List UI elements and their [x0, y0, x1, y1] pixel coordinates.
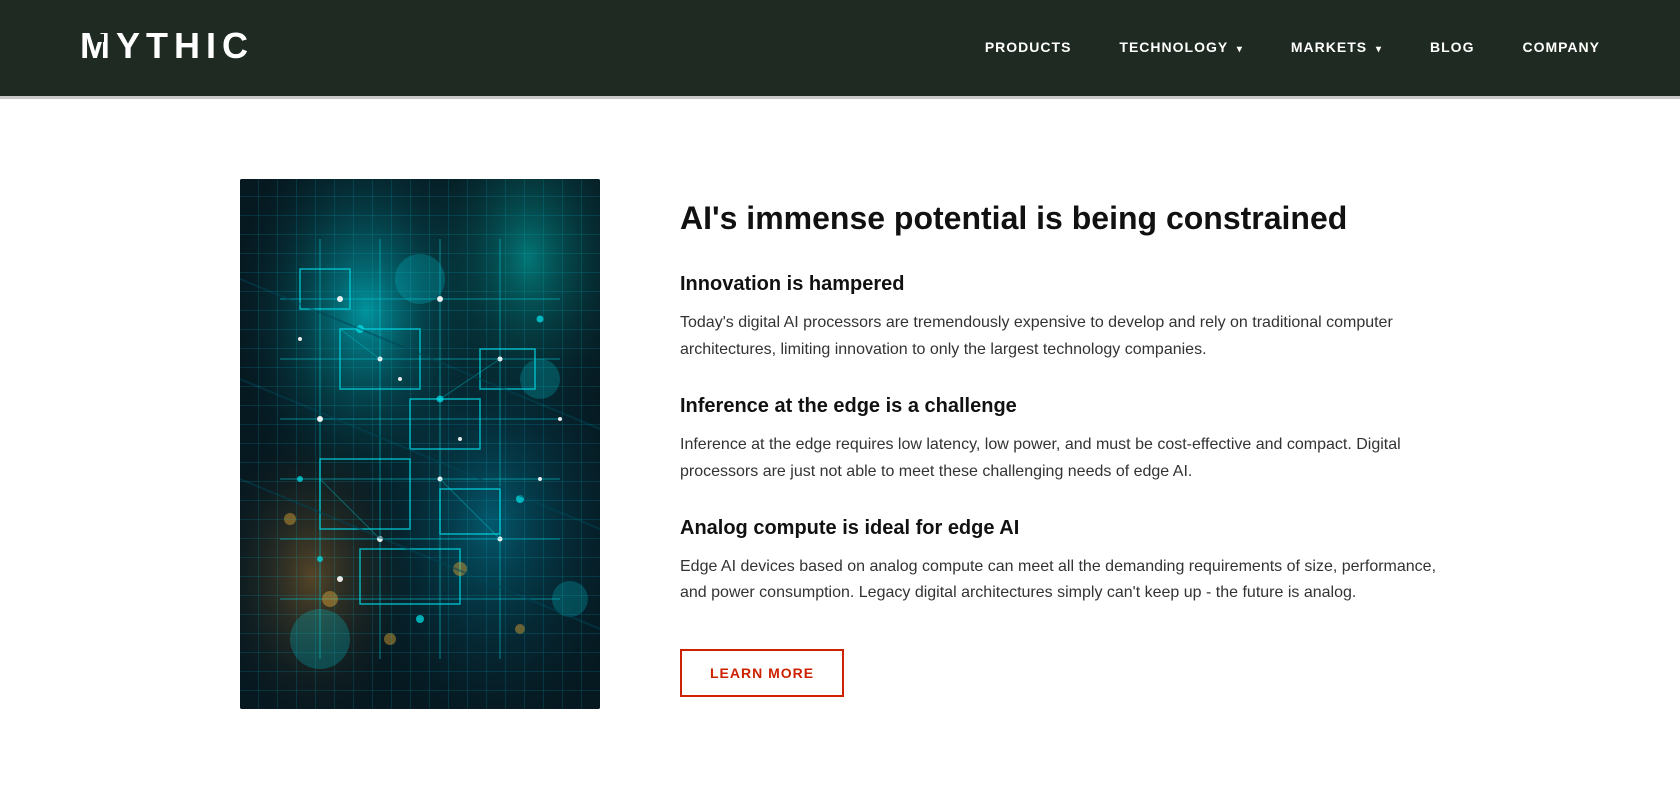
section-body-3: Edge AI devices based on analog compute …: [680, 554, 1440, 607]
text-section: AI's immense potential is being constrai…: [680, 179, 1440, 697]
main-content: AI's immense potential is being constrai…: [0, 99, 1680, 789]
section-body-1: Today's digital AI processors are tremen…: [680, 310, 1440, 363]
section-body-2: Inference at the edge requires low laten…: [680, 432, 1440, 485]
svg-text:MYTHIC: MYTHIC: [80, 25, 254, 64]
section-title-3: Analog compute is ideal for edge AI: [680, 517, 1440, 540]
nav-link-blog[interactable]: BLOG: [1430, 39, 1474, 55]
nav-item-products[interactable]: PRODUCTS: [985, 39, 1072, 57]
chevron-down-icon: ▾: [1376, 44, 1382, 55]
circuit-board-image: [240, 179, 600, 709]
logo[interactable]: MYTHIC: [80, 24, 280, 72]
section-title-2: Inference at the edge is a challenge: [680, 395, 1440, 418]
navbar: MYTHIC PRODUCTS TECHNOLOGY ▾ MARKETS ▾ B…: [0, 0, 1680, 99]
nav-link-technology[interactable]: TECHNOLOGY ▾: [1119, 39, 1242, 55]
logo-text: MYTHIC: [80, 24, 280, 72]
learn-more-button[interactable]: LEARN MORE: [680, 649, 844, 697]
nav-link-company[interactable]: COMPANY: [1522, 39, 1600, 55]
nav-item-technology[interactable]: TECHNOLOGY ▾: [1119, 39, 1242, 57]
section-title-1: Innovation is hampered: [680, 273, 1440, 296]
nav-link-markets[interactable]: MARKETS ▾: [1291, 39, 1382, 55]
nav-item-company[interactable]: COMPANY: [1522, 39, 1600, 57]
circuit-svg: [240, 179, 600, 709]
nav-item-markets[interactable]: MARKETS ▾: [1291, 39, 1382, 57]
page-title: AI's immense potential is being constrai…: [680, 199, 1440, 237]
nav-links: PRODUCTS TECHNOLOGY ▾ MARKETS ▾ BLOG COM…: [985, 39, 1600, 57]
nav-item-blog[interactable]: BLOG: [1430, 39, 1474, 57]
hero-image-section: [240, 179, 600, 709]
nav-link-products[interactable]: PRODUCTS: [985, 39, 1072, 55]
chevron-down-icon: ▾: [1237, 44, 1243, 55]
